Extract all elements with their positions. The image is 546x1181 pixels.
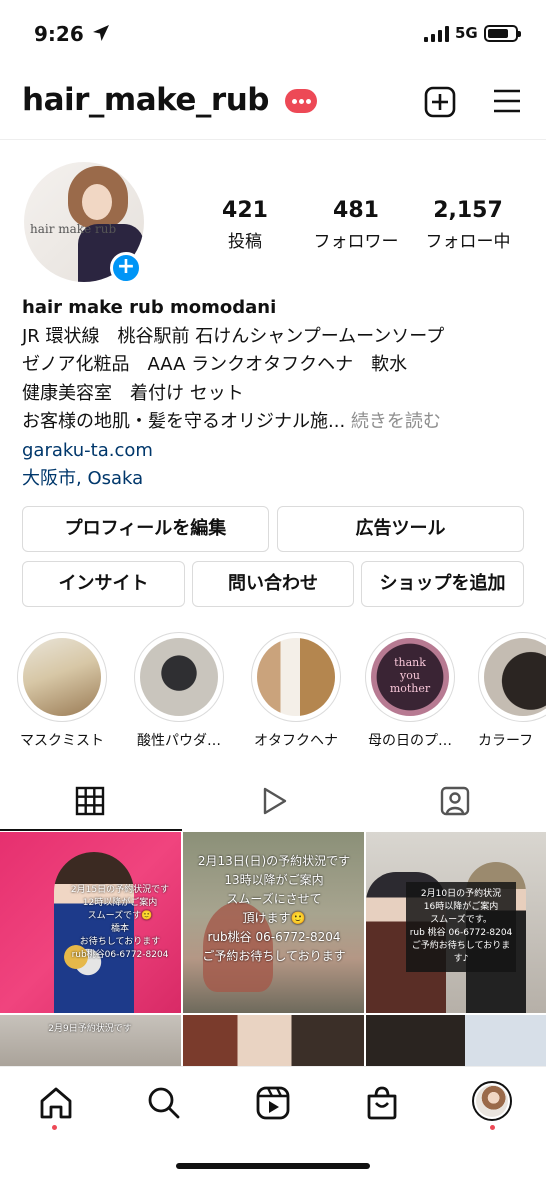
location-link[interactable]: 大阪市, Osaka bbox=[22, 465, 532, 494]
stat-label: 投稿 bbox=[228, 232, 262, 252]
highlight-ring: thank you mother bbox=[365, 632, 455, 722]
highlight-label: カラーフ bbox=[478, 733, 534, 749]
insights-button[interactable]: インサイト bbox=[22, 561, 185, 607]
grid-post[interactable]: 2月13日(日)の予約状況です 13時以降がご案内 スムーズにさせて 頂けます🙂… bbox=[183, 832, 364, 1013]
highlight-item[interactable]: 酸性パウダ… bbox=[133, 632, 225, 750]
account-username[interactable]: hair_make_rub bbox=[22, 82, 269, 118]
avatar-watermark: hair make rub bbox=[30, 222, 117, 236]
highlight-ring bbox=[17, 632, 107, 722]
ad-tools-button[interactable]: 広告ツール bbox=[277, 506, 524, 552]
post-caption-text: 2月15日の予約状況です 12時以降がご案内 スムーズです🙂 橋本 お待ちしてお… bbox=[70, 885, 170, 960]
reels-play-icon bbox=[263, 787, 287, 815]
stat-value: 421 bbox=[222, 198, 268, 223]
post-caption-text: 2月9日予約状況です bbox=[48, 1024, 132, 1034]
grid-post[interactable] bbox=[183, 1015, 364, 1066]
add-story-button[interactable]: + bbox=[110, 252, 142, 284]
highlight-ring bbox=[478, 632, 546, 722]
post-caption-text: 2月10日の予約状況 16時以降がご案内 スムーズです。 rub 桃谷 06-6… bbox=[406, 882, 516, 972]
highlight-item[interactable]: thank you mother 母の日のプ… bbox=[364, 632, 456, 750]
add-shop-button[interactable]: ショップを追加 bbox=[361, 561, 524, 607]
signal-icon bbox=[424, 26, 449, 42]
grid-post[interactable]: 2月10日の予約状況 16時以降がご案内 スムーズです。 rub 桃谷 06-6… bbox=[366, 832, 546, 1013]
edit-profile-button[interactable]: プロフィールを編集 bbox=[22, 506, 269, 552]
highlight-item[interactable]: カラーフ bbox=[476, 632, 546, 750]
highlight-text: mother bbox=[389, 682, 431, 695]
profile-activity-dot bbox=[490, 1125, 495, 1130]
bio-line: 健康美容室 着付け セット bbox=[22, 382, 244, 404]
grid-post[interactable]: 2月15日の予約状況です 12時以降がご案内 スムーズです🙂 橋本 お待ちしてお… bbox=[0, 832, 181, 1013]
highlight-label: オタフクヘナ bbox=[254, 733, 338, 749]
status-bar: 9:26 5G bbox=[0, 0, 546, 70]
following-count[interactable]: 2,157 フォロー中 bbox=[416, 198, 520, 252]
highlight-cover bbox=[484, 638, 546, 716]
search-icon[interactable] bbox=[144, 1083, 184, 1123]
grid-post[interactable] bbox=[366, 1015, 546, 1066]
profile-tabs bbox=[0, 775, 546, 831]
bio-line-truncated: お客様の地肌・髪を守るオリジナル施... 続きを読む bbox=[22, 408, 532, 437]
highlight-label: マスクミスト bbox=[20, 733, 104, 749]
home-indicator bbox=[176, 1163, 370, 1169]
posts-count[interactable]: 421 投稿 bbox=[214, 198, 276, 252]
highlight-item[interactable]: オタフクヘナ bbox=[250, 632, 342, 750]
avatar-face bbox=[82, 184, 112, 220]
shop-icon[interactable] bbox=[362, 1083, 402, 1123]
stat-label: フォロワー bbox=[313, 232, 399, 252]
website-link[interactable]: garaku-ta.com bbox=[22, 437, 532, 466]
highlight-text: thank bbox=[394, 656, 426, 669]
bio-line: お客様の地肌・髪を守るオリジナル施... bbox=[22, 411, 346, 432]
stat-value: 481 bbox=[333, 198, 379, 223]
highlight-label: 母の日のプ… bbox=[368, 733, 452, 749]
bio-line: JR 環状線 桃谷駅前 石けんシャンプームーンソープ bbox=[22, 325, 445, 347]
menu-icon[interactable] bbox=[492, 86, 522, 116]
location-arrow-icon bbox=[93, 25, 109, 41]
tab-grid[interactable] bbox=[0, 775, 182, 831]
profile-header: hair_make_rub bbox=[0, 70, 546, 140]
contact-button[interactable]: 問い合わせ bbox=[192, 561, 354, 607]
tab-tagged[interactable] bbox=[364, 775, 546, 831]
battery-icon bbox=[484, 25, 521, 42]
profile-bio: hair make rub momodani JR 環状線 桃谷駅前 石けんシャ… bbox=[22, 294, 532, 494]
highlight-cover: thank you mother bbox=[371, 638, 449, 716]
new-post-icon[interactable] bbox=[424, 86, 456, 118]
grid-icon bbox=[75, 786, 105, 816]
highlight-cover bbox=[140, 638, 218, 716]
reels-icon[interactable] bbox=[253, 1083, 293, 1123]
profile-tab-avatar-image bbox=[476, 1085, 508, 1117]
home-activity-dot bbox=[52, 1125, 57, 1130]
stat-value: 2,157 bbox=[433, 198, 503, 223]
profile-tab-avatar[interactable] bbox=[472, 1081, 512, 1121]
tab-reels[interactable] bbox=[182, 775, 364, 831]
highlight-ring bbox=[134, 632, 224, 722]
stat-label: フォロー中 bbox=[425, 232, 511, 252]
bio-line: ゼノア化粧品 AAA ランクオタフクヘナ 軟水 bbox=[22, 354, 408, 375]
tagged-icon bbox=[440, 786, 470, 816]
highlight-text: you bbox=[400, 669, 420, 682]
grid-post[interactable]: 2月9日予約状況です bbox=[0, 1015, 181, 1066]
highlight-cover bbox=[23, 638, 101, 716]
post-caption-text: 2月13日(日)の予約状況です 13時以降がご案内 スムーズにさせて 頂けます🙂… bbox=[197, 854, 351, 963]
notification-badge[interactable] bbox=[285, 89, 317, 113]
status-time: 9:26 bbox=[34, 22, 84, 46]
highlight-item[interactable]: マスクミスト bbox=[16, 632, 108, 750]
highlight-label: 酸性パウダ… bbox=[137, 733, 221, 749]
network-type: 5G bbox=[455, 24, 478, 42]
home-icon[interactable] bbox=[36, 1083, 76, 1123]
profile-name: hair make rub momodani bbox=[22, 297, 277, 318]
followers-count[interactable]: 481 フォロワー bbox=[304, 198, 408, 252]
highlight-ring bbox=[251, 632, 341, 722]
highlight-cover bbox=[257, 638, 335, 716]
read-more-link[interactable]: 続きを読む bbox=[351, 411, 441, 432]
